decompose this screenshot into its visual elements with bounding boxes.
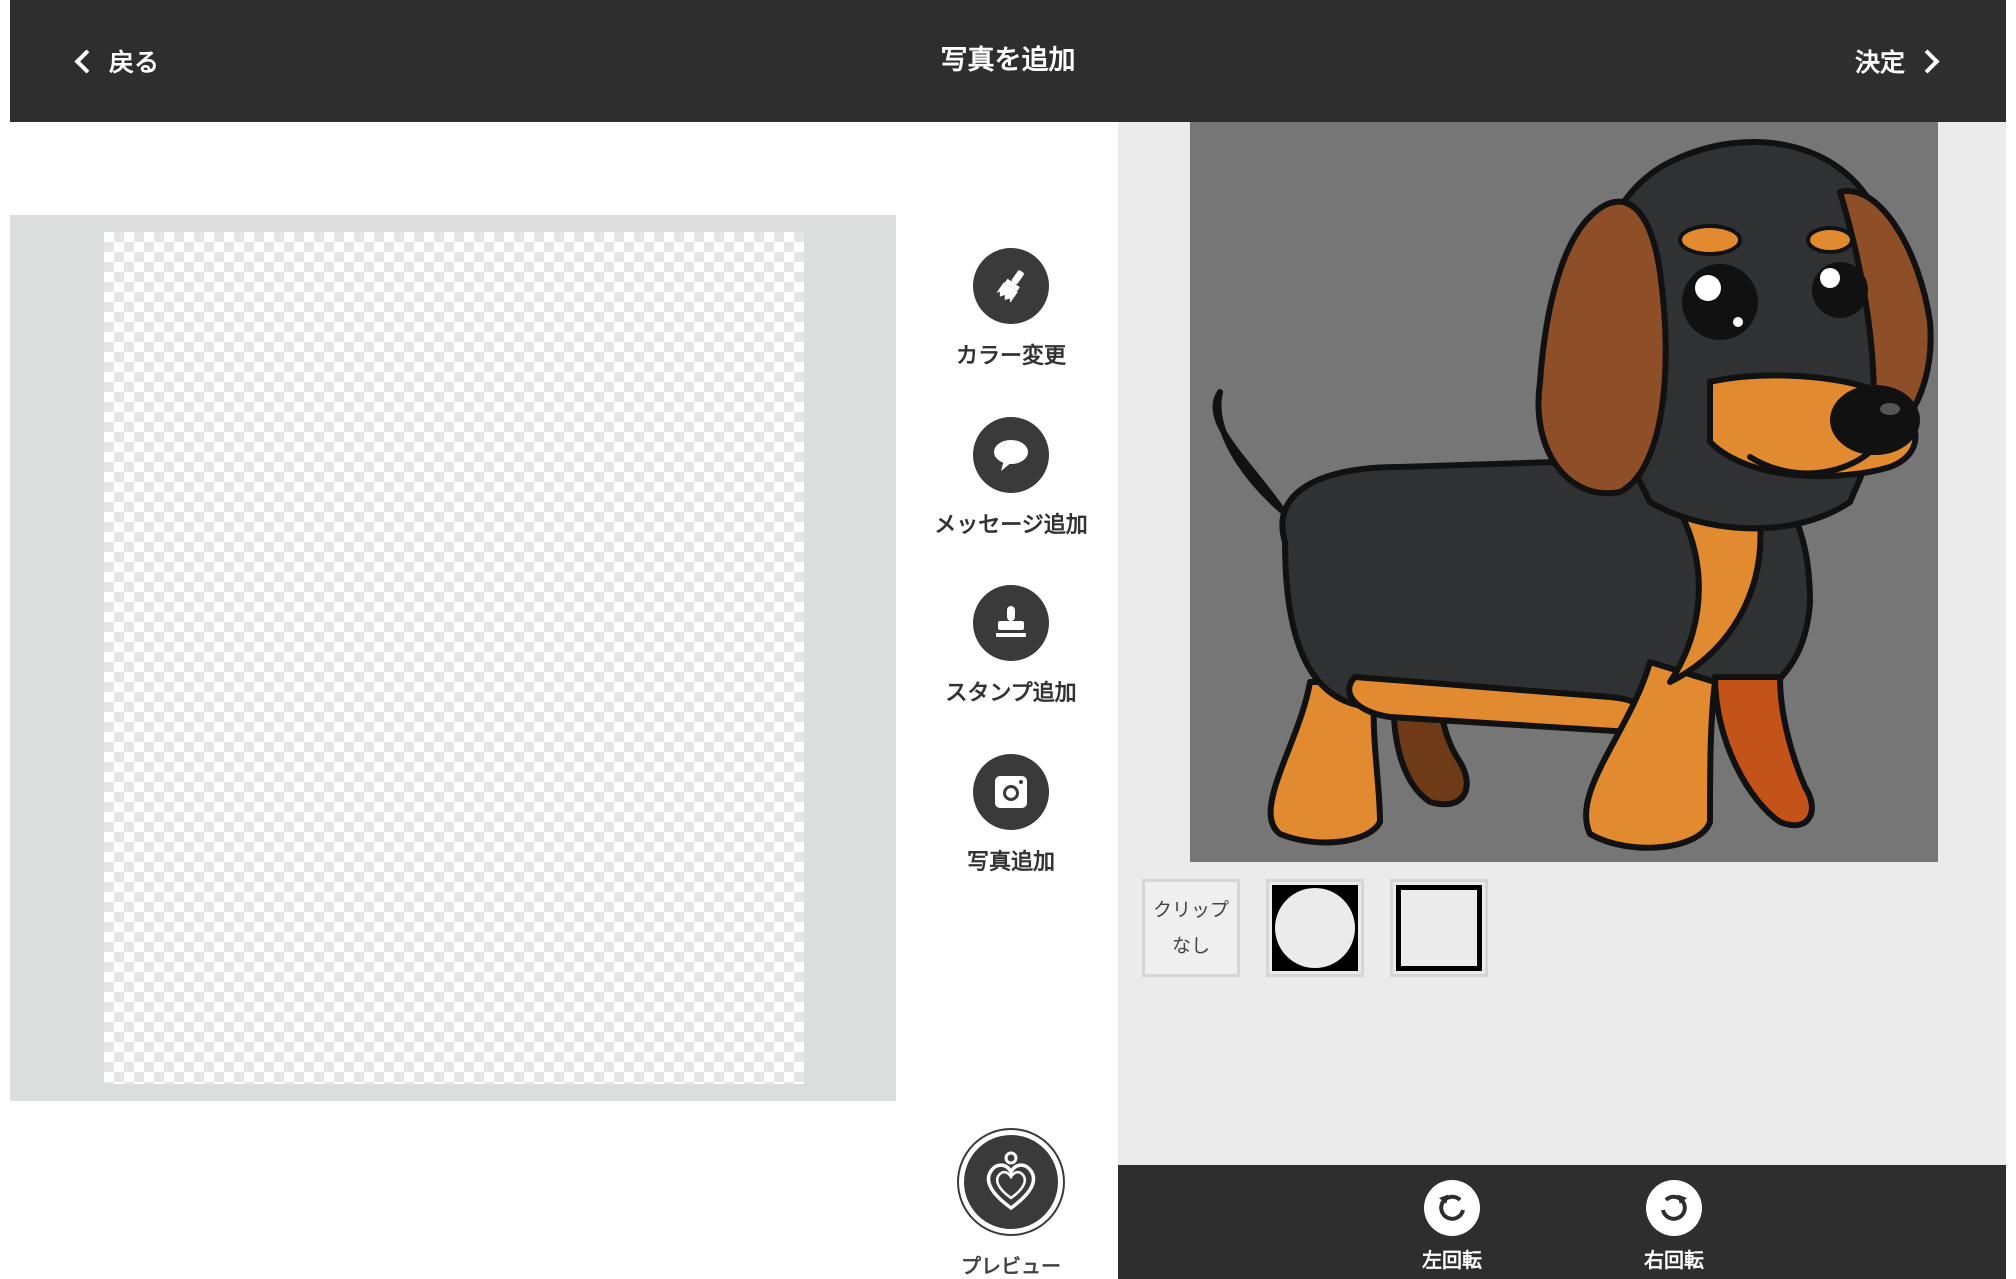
clip-options: クリップ なし — [1142, 879, 1488, 977]
rotate-right-button[interactable]: 右回転 — [1614, 1180, 1734, 1273]
back-button[interactable]: 戻る — [74, 40, 160, 82]
preview-button[interactable]: プレビュー — [901, 1130, 1121, 1279]
speech-bubble-icon — [973, 417, 1049, 493]
rotate-right-icon — [1646, 1180, 1702, 1236]
tool-label: スタンプ追加 — [945, 681, 1077, 706]
tool-add-stamp[interactable]: スタンプ追加 — [901, 585, 1121, 707]
tool-label: 写真追加 — [966, 850, 1055, 875]
rotate-toolbar: 左回転 右回転 — [1118, 1165, 2006, 1279]
confirm-label: 決定 — [1854, 48, 1905, 77]
confirm-button[interactable]: 決定 — [1854, 40, 1940, 82]
dachshund-photo — [1212, 139, 1934, 851]
clip-none-label: クリップ — [1152, 899, 1229, 921]
page-title: 写真を追加 — [940, 45, 1076, 76]
clip-none-option[interactable]: クリップ なし — [1142, 879, 1240, 977]
tool-color-change[interactable]: カラー変更 — [901, 248, 1121, 370]
tool-label: カラー変更 — [955, 344, 1066, 369]
back-label: 戻る — [109, 48, 160, 77]
photo-preview[interactable] — [1190, 122, 1938, 862]
rotate-right-label: 右回転 — [1644, 1248, 1704, 1272]
tool-add-photo[interactable]: 写真追加 — [901, 754, 1121, 876]
preview-label: プレビュー — [961, 1254, 1061, 1278]
rotate-left-button[interactable]: 左回転 — [1392, 1180, 1512, 1273]
design-canvas-frame — [10, 215, 896, 1101]
clip-none-label: なし — [1171, 935, 1210, 957]
heart-tag-icon — [959, 1130, 1063, 1234]
design-canvas[interactable] — [104, 232, 804, 1084]
stamp-icon — [973, 585, 1049, 661]
tool-add-message[interactable]: メッセージ追加 — [901, 417, 1121, 539]
chevron-right-icon — [1915, 48, 1940, 74]
circle-clip-icon — [1272, 885, 1358, 971]
top-bar: 写真を追加 戻る 決定 — [10, 0, 2006, 122]
photo-edit-panel: クリップ なし 左回転 右回転 — [1118, 122, 2006, 1279]
brush-icon — [973, 248, 1049, 324]
clip-circle-option[interactable] — [1266, 879, 1364, 977]
tool-label: メッセージ追加 — [934, 513, 1088, 538]
clip-square-option[interactable] — [1390, 879, 1488, 977]
chevron-left-icon — [74, 48, 99, 74]
rotate-left-icon — [1424, 1180, 1480, 1236]
rotate-left-label: 左回転 — [1422, 1248, 1482, 1272]
camera-icon — [973, 754, 1049, 830]
square-clip-icon — [1396, 885, 1482, 971]
